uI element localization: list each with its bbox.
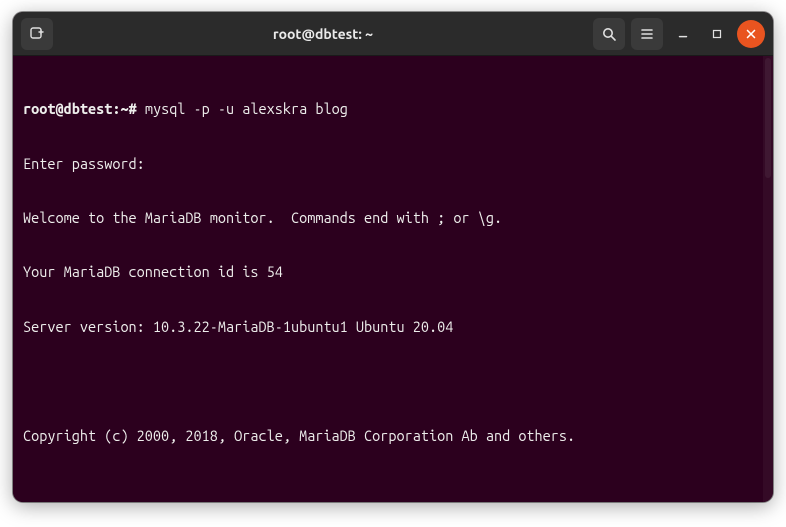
minimize-button[interactable] bbox=[669, 20, 697, 48]
prompt-user-host: root@dbtest bbox=[23, 100, 112, 117]
prompt-path: ~ bbox=[120, 100, 128, 117]
maximize-button[interactable] bbox=[703, 20, 731, 48]
scrollbar[interactable] bbox=[763, 56, 773, 502]
new-tab-icon bbox=[29, 26, 45, 42]
terminal-line: root@dbtest:~# mysql -p -u alexskra blog bbox=[23, 100, 763, 118]
menu-button[interactable] bbox=[631, 18, 663, 50]
window-title: root@dbtest: ~ bbox=[59, 26, 587, 42]
terminal-line: Enter password: bbox=[23, 155, 763, 173]
terminal-window: root@dbtest: ~ bbox=[13, 12, 773, 502]
titlebar: root@dbtest: ~ bbox=[13, 12, 773, 56]
close-button[interactable] bbox=[737, 20, 765, 48]
scrollbar-thumb[interactable] bbox=[765, 58, 771, 178]
terminal-line: Server version: 10.3.22-MariaDB-1ubuntu1… bbox=[23, 318, 763, 336]
prompt-symbol: # bbox=[129, 100, 137, 117]
search-button[interactable] bbox=[593, 18, 625, 50]
titlebar-right bbox=[593, 18, 765, 50]
titlebar-left bbox=[21, 18, 53, 50]
search-icon bbox=[601, 26, 617, 42]
hamburger-icon bbox=[639, 26, 655, 42]
new-tab-button[interactable] bbox=[21, 18, 53, 50]
terminal-line: Welcome to the MariaDB monitor. Commands… bbox=[23, 209, 763, 227]
maximize-icon bbox=[710, 27, 724, 41]
close-icon bbox=[744, 27, 758, 41]
terminal-line: Copyright (c) 2000, 2018, Oracle, MariaD… bbox=[23, 427, 763, 445]
terminal-area[interactable]: root@dbtest:~# mysql -p -u alexskra blog… bbox=[13, 56, 773, 502]
blank-line bbox=[23, 481, 763, 499]
blank-line bbox=[23, 372, 763, 390]
minimize-icon bbox=[676, 27, 690, 41]
terminal-line: Your MariaDB connection id is 54 bbox=[23, 263, 763, 281]
command-text: mysql -p -u alexskra blog bbox=[145, 100, 348, 117]
